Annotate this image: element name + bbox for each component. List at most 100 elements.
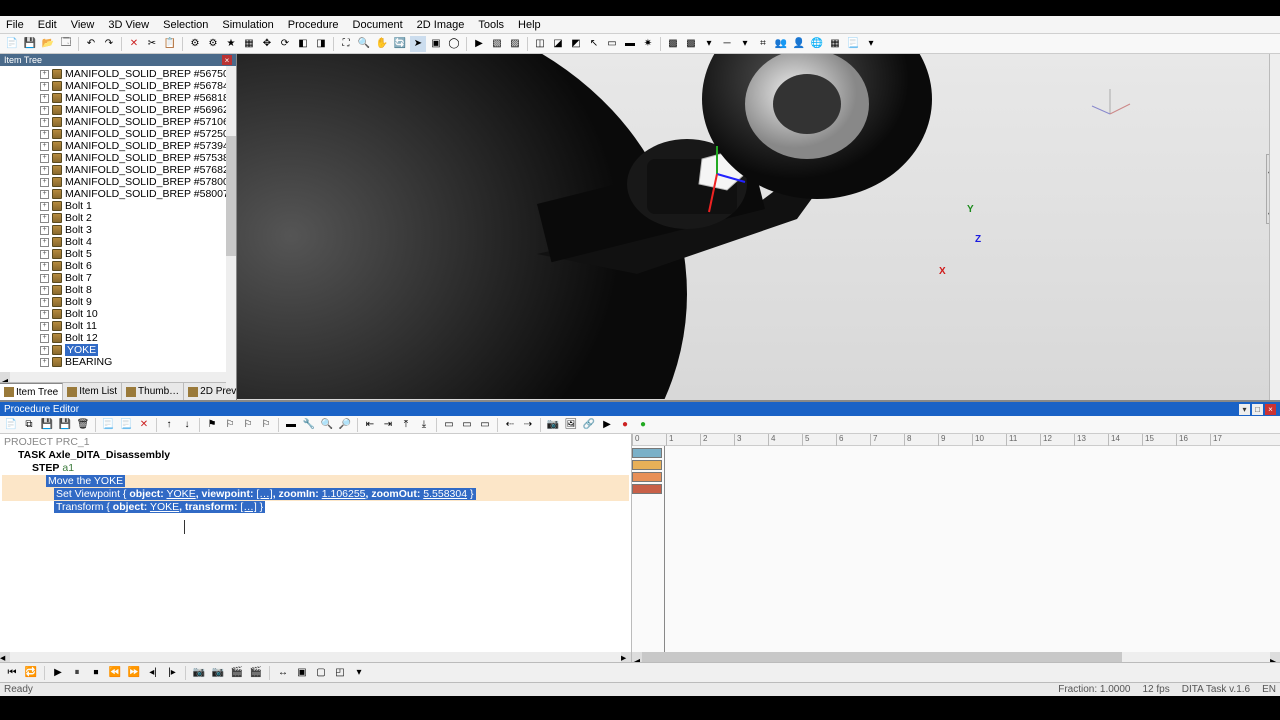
project-row[interactable]: PROJECT PRC_1 xyxy=(2,436,629,449)
step-fwd-icon[interactable]: |▸ xyxy=(164,665,180,681)
magnify2-icon[interactable]: 🔎 xyxy=(337,417,353,433)
scrollbar-horizontal[interactable]: ◂ ▸ xyxy=(0,372,236,382)
block-c-icon[interactable]: ▭ xyxy=(477,417,493,433)
region2-icon[interactable]: ▬ xyxy=(622,36,638,52)
3d-viewport[interactable]: Y Z X Object Gallery xyxy=(237,54,1280,400)
tree-item[interactable]: +Bolt 10 xyxy=(40,308,236,320)
menu-3dview[interactable]: 3D View xyxy=(108,19,149,31)
menu-document[interactable]: Document xyxy=(353,19,403,31)
redo-icon[interactable]: ↷ xyxy=(101,36,117,52)
tree-item[interactable]: +MANIFOLD_SOLID_BREP #567502 xyxy=(40,68,236,80)
expand-icon[interactable]: + xyxy=(40,238,49,247)
link-icon[interactable]: 🔗 xyxy=(581,417,597,433)
set-viewpoint-row[interactable]: Set Viewpoint { object: YOKE, viewpoint:… xyxy=(2,488,629,501)
window-icon[interactable]: 🗔 xyxy=(58,36,74,52)
grid-icon[interactable]: ▦ xyxy=(827,36,843,52)
expand-icon[interactable]: + xyxy=(40,166,49,175)
tree-item[interactable]: +Bolt 11 xyxy=(40,320,236,332)
expand-icon[interactable]: + xyxy=(40,154,49,163)
tree-item[interactable]: +Bolt 2 xyxy=(40,212,236,224)
layout-a-icon[interactable]: ◫ xyxy=(532,36,548,52)
tool-b-icon[interactable]: ◨ xyxy=(313,36,329,52)
new-icon[interactable]: 📄 xyxy=(4,36,20,52)
tree-item[interactable]: +MANIFOLD_SOLID_BREP #578002 xyxy=(40,176,236,188)
task-row[interactable]: TASK Axle_DITA_Disassembly xyxy=(2,449,629,462)
mat-b-icon[interactable]: ▩ xyxy=(683,36,699,52)
menu-procedure[interactable]: Procedure xyxy=(288,19,339,31)
flag-icon[interactable]: ⚑ xyxy=(204,417,220,433)
expand-icon[interactable]: + xyxy=(40,94,49,103)
fit-a-icon[interactable]: ▣ xyxy=(294,665,310,681)
zoom-fit-icon[interactable]: ⛶ xyxy=(338,36,354,52)
indent-r-icon[interactable]: ⇢ xyxy=(520,417,536,433)
timeline[interactable]: 01234567891011121314151617 ◂ ▸ xyxy=(632,434,1280,662)
arrow-down-icon[interactable]: ↓ xyxy=(179,417,195,433)
select-arrow-icon[interactable]: ➤ xyxy=(410,36,426,52)
expand-icon[interactable]: + xyxy=(40,142,49,151)
save-all-icon[interactable]: 💾 xyxy=(57,417,73,433)
maximize-icon[interactable]: □ xyxy=(1252,404,1263,415)
expand-icon[interactable]: + xyxy=(40,298,49,307)
save-icon[interactable]: 💾 xyxy=(22,36,38,52)
expand-icon[interactable]: + xyxy=(40,202,49,211)
gear2-icon[interactable]: ⚙ xyxy=(205,36,221,52)
tree-item[interactable]: +Bolt 6 xyxy=(40,260,236,272)
magnify-icon[interactable]: 🔍 xyxy=(319,417,335,433)
chevron-down-icon[interactable]: ▾ xyxy=(351,665,367,681)
more-icon[interactable]: ▾ xyxy=(863,36,879,52)
brick-icon[interactable]: ▬ xyxy=(283,417,299,433)
menu-edit[interactable]: Edit xyxy=(38,19,57,31)
tree-item[interactable]: +MANIFOLD_SOLID_BREP #568186 xyxy=(40,92,236,104)
item-tree[interactable]: +MANIFOLD_SOLID_BREP #567502+MANIFOLD_SO… xyxy=(0,66,236,372)
tree-item[interactable]: +MANIFOLD_SOLID_BREP #567844 xyxy=(40,80,236,92)
timeline-scroll-h[interactable]: ◂ ▸ xyxy=(632,652,1280,662)
menu-simulation[interactable]: Simulation xyxy=(222,19,273,31)
orbit-icon[interactable]: 🔄 xyxy=(392,36,408,52)
people-icon[interactable]: 👥 xyxy=(773,36,789,52)
tree-item[interactable]: +YOKE xyxy=(40,344,236,356)
expand-icon[interactable]: + xyxy=(40,70,49,79)
undo-icon[interactable]: ↶ xyxy=(83,36,99,52)
tab-thumb[interactable]: Thumb… xyxy=(122,383,184,400)
expand-icon[interactable]: + xyxy=(40,226,49,235)
scroll-thumb[interactable] xyxy=(226,136,236,256)
skip-fwd-icon[interactable]: ⏩ xyxy=(126,665,142,681)
anim-a-icon[interactable]: ▧ xyxy=(489,36,505,52)
stop2-icon[interactable]: ● xyxy=(635,417,651,433)
align-t-icon[interactable]: ⤒ xyxy=(398,417,414,433)
explode-icon[interactable]: ✷ xyxy=(640,36,656,52)
scrollbar-vertical[interactable] xyxy=(226,66,236,388)
step-row[interactable]: STEP a1 xyxy=(2,462,629,475)
play-icon[interactable]: ▶ xyxy=(471,36,487,52)
timeline-block-viewpoint[interactable] xyxy=(632,472,662,482)
block-a-icon[interactable]: ▭ xyxy=(441,417,457,433)
tree-item[interactable]: +MANIFOLD_SOLID_BREP #576826 xyxy=(40,164,236,176)
cam-b-icon[interactable]: 📷 xyxy=(210,665,226,681)
layout-b-icon[interactable]: ◪ xyxy=(550,36,566,52)
menu-help[interactable]: Help xyxy=(518,19,541,31)
tree-item[interactable]: +Bolt 3 xyxy=(40,224,236,236)
camera-icon[interactable]: 📷 xyxy=(545,417,561,433)
expand-icon[interactable]: + xyxy=(40,214,49,223)
tool-a-icon[interactable]: ◧ xyxy=(295,36,311,52)
expand-icon[interactable]: + xyxy=(40,334,49,343)
expand-icon[interactable]: + xyxy=(40,322,49,331)
proc-tree-scroll-h[interactable]: ◂▸ xyxy=(0,652,631,662)
box-icon[interactable]: ▦ xyxy=(241,36,257,52)
doc-b-icon[interactable]: 📃 xyxy=(118,417,134,433)
tree-item[interactable]: +Bolt 8 xyxy=(40,284,236,296)
cut-icon[interactable]: ✂ xyxy=(144,36,160,52)
menu-tools[interactable]: Tools xyxy=(478,19,504,31)
doc-a-icon[interactable]: 📃 xyxy=(100,417,116,433)
select-box-icon[interactable]: ▣ xyxy=(428,36,444,52)
align-l-icon[interactable]: ⇤ xyxy=(362,417,378,433)
flag4-icon[interactable]: ⚐ xyxy=(258,417,274,433)
tree-item[interactable]: +Bolt 5 xyxy=(40,248,236,260)
tree-item[interactable]: +MANIFOLD_SOLID_BREP #569626 xyxy=(40,104,236,116)
procedure-tree[interactable]: PROJECT PRC_1 TASK Axle_DITA_Disassembly… xyxy=(0,434,632,662)
timeline-playhead[interactable] xyxy=(664,446,665,662)
wrench-icon[interactable]: 🔧 xyxy=(301,417,317,433)
play-icon[interactable]: ▶ xyxy=(50,665,66,681)
expand-icon[interactable]: + xyxy=(40,274,49,283)
expand-icon[interactable]: + xyxy=(40,178,49,187)
